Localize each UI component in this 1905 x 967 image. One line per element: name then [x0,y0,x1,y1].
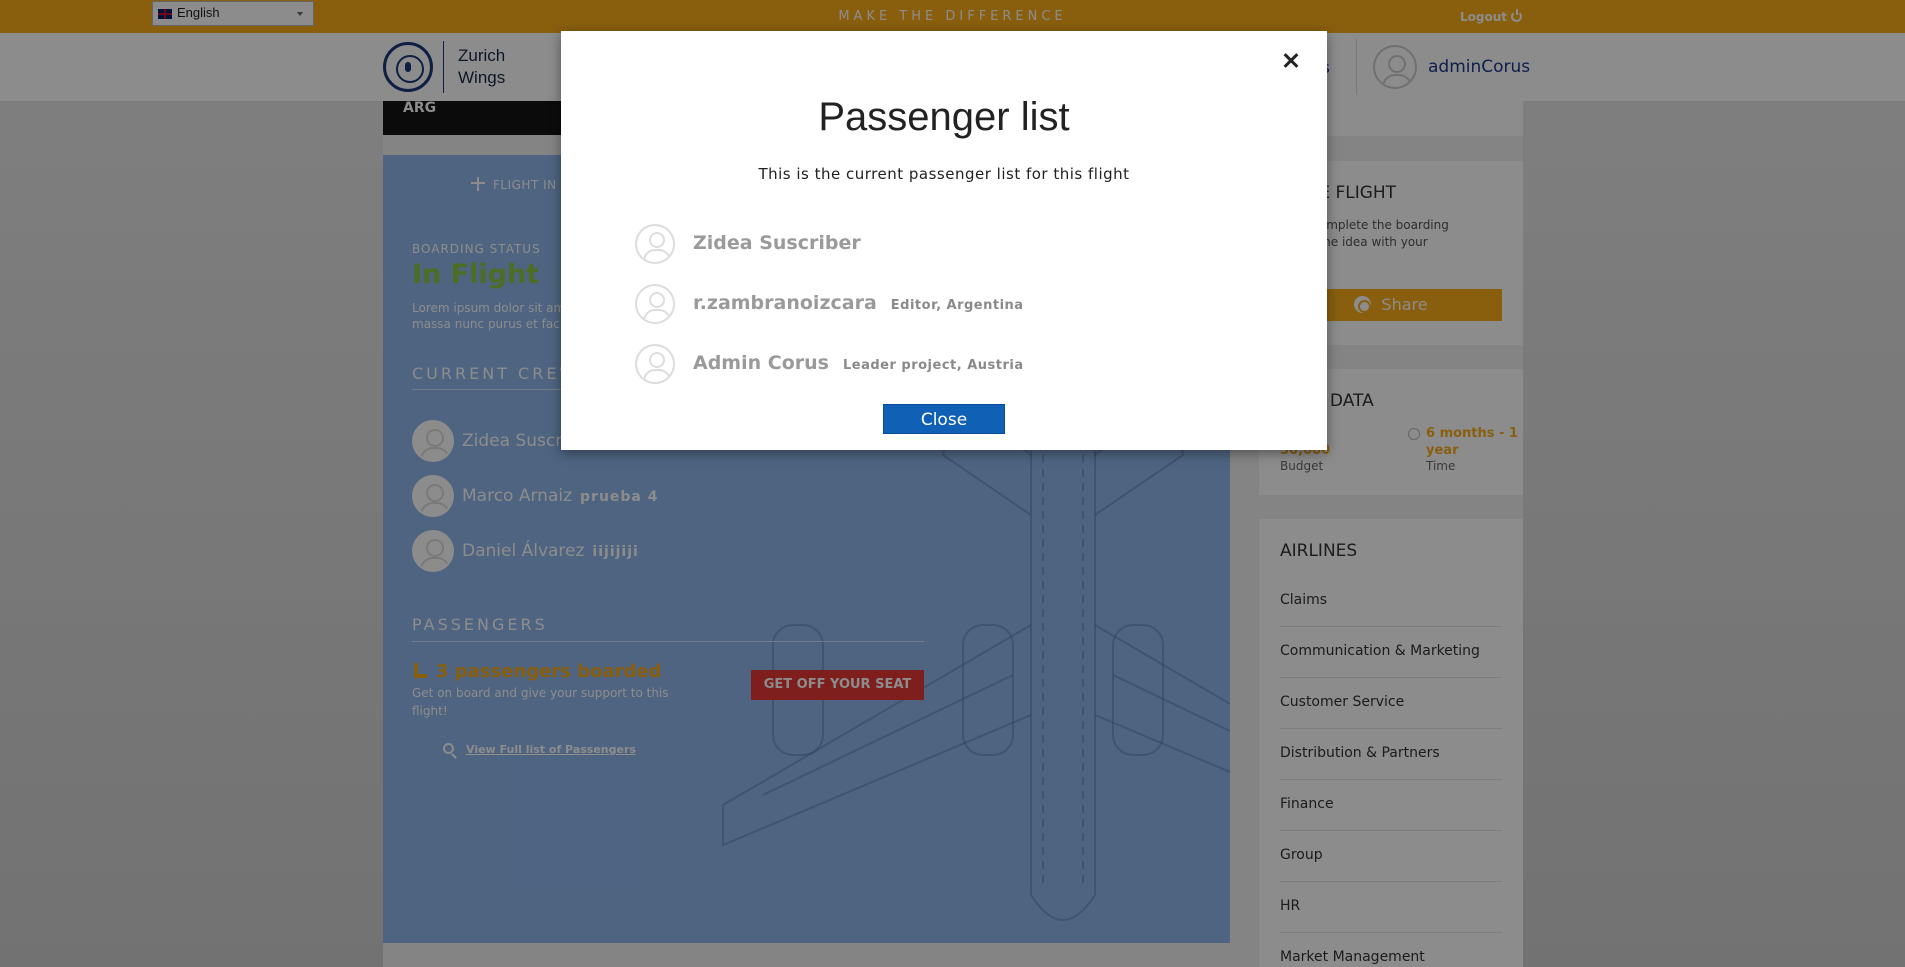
avatar [635,284,675,324]
modal-title: Passenger list [818,95,1070,139]
passenger-row[interactable]: Admin Corus Leader project, Austria [635,344,1255,384]
close-button[interactable]: Close [883,404,1005,434]
avatar [635,224,675,264]
passenger-list-modal: Passenger list This is the current passe… [561,31,1327,450]
passenger-row[interactable]: r.zambranoizcara Editor, Argentina [635,284,1255,324]
passenger-row[interactable]: Zidea Suscriber [635,224,1255,264]
close-icon[interactable] [1277,47,1305,75]
passenger-role: Leader project, Austria [842,358,1024,373]
avatar [635,344,675,384]
passenger-name: r.zambranoizcara [693,292,877,314]
passenger-role: Editor, Argentina [890,298,1024,313]
passenger-name: Admin Corus [693,352,829,374]
modal-subtitle: This is the current passenger list for t… [758,165,1130,183]
passenger-name: Zidea Suscriber [693,232,861,254]
